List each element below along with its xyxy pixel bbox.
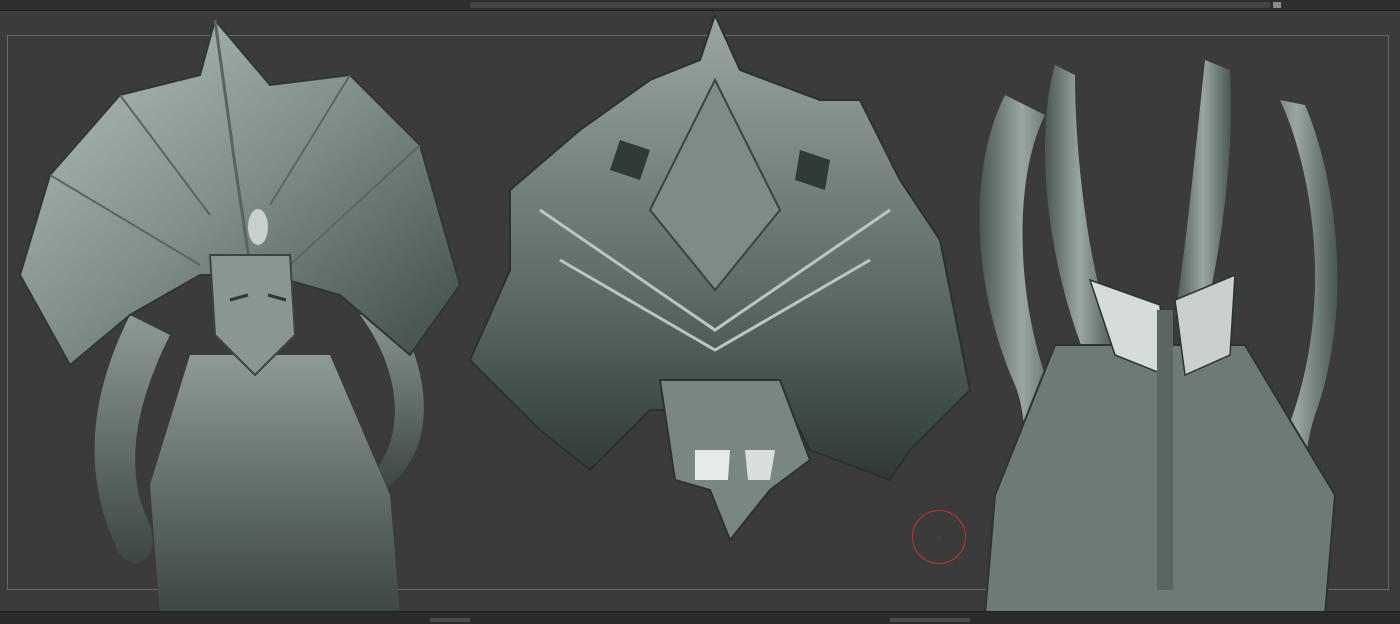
top-scrollbar-handle[interactable]	[1273, 2, 1281, 8]
sculpt-model-front-head[interactable]	[10, 15, 470, 615]
brush-center-dot	[937, 535, 941, 539]
bottom-left-handle[interactable]	[430, 618, 470, 622]
top-scrollbar[interactable]	[470, 2, 1270, 8]
sculpt-model-mask[interactable]	[470, 10, 980, 555]
bottom-toolbar	[0, 611, 1400, 624]
sculpt-model-back-head[interactable]	[945, 55, 1365, 615]
bottom-right-handle[interactable]	[890, 618, 970, 622]
brush-cursor	[912, 510, 966, 564]
